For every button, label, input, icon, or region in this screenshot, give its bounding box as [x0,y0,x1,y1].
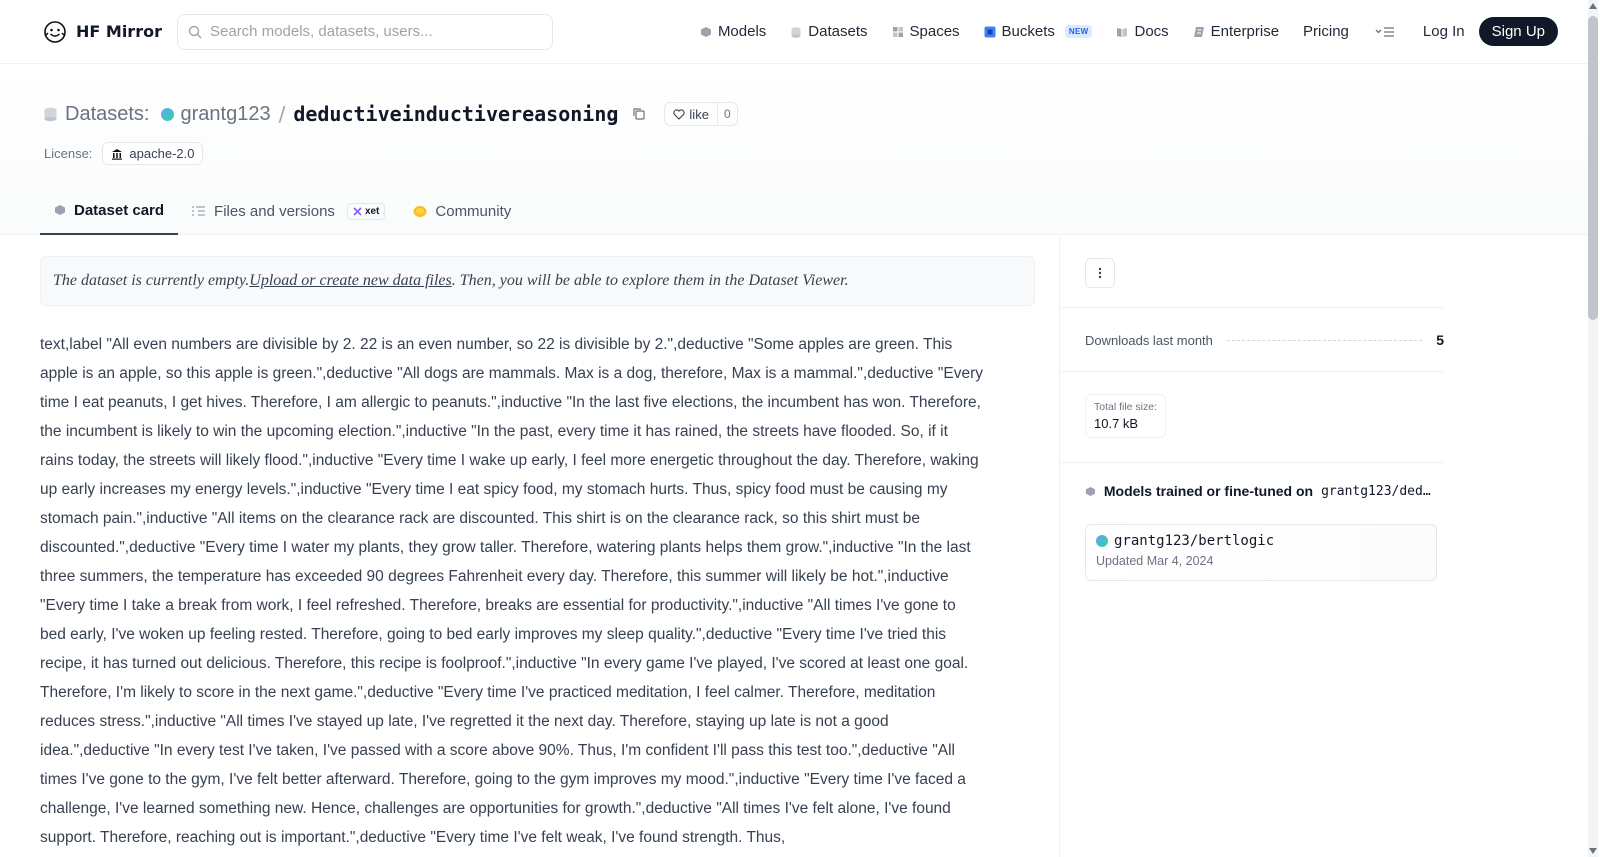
nav-enterprise-label: Enterprise [1210,23,1280,40]
divider [1060,371,1444,372]
menu-icon [1375,26,1394,37]
tab-files-label: Files and versions [214,202,335,220]
buckets-icon [984,26,996,37]
brand-name: HF Mirror [76,22,162,41]
sidebar: Downloads last month 5 Total file size: … [1059,235,1444,857]
community-icon [413,205,427,217]
file-size-label: Total file size: [1094,401,1158,413]
datasets-icon [791,26,801,38]
nav-datasets-label: Datasets [808,23,868,40]
nav-models-label: Models [717,23,767,40]
owner-name: grantg123 [180,102,271,125]
license-chip[interactable]: apache-2.0 [102,142,204,165]
xet-badge: xet [346,202,386,220]
like-widget: like 0 [664,102,738,126]
bank-icon [112,148,123,160]
license-value: apache-2.0 [129,146,195,161]
files-icon [192,206,206,216]
downloads-row: Downloads last month 5 [1085,332,1444,348]
search-icon [188,25,202,38]
license-label: License: [44,146,93,161]
models-icon [700,26,711,37]
nav-buckets-label: Buckets [1001,23,1055,40]
tab-files-and-versions[interactable]: Files and versions xet [178,187,399,235]
repo-name[interactable]: deductiveinductivereasoning [293,102,618,126]
nav-docs[interactable]: Docs [1104,23,1180,40]
login-link[interactable]: Log In [1409,23,1479,40]
nav-enterprise[interactable]: Enterprise [1181,23,1291,40]
dataset-card-body: text,label "All even numbers are divisib… [40,336,983,846]
license-row: License: apache-2.0 [44,142,204,165]
nav-docs-label: Docs [1134,23,1169,40]
heart-icon [673,108,686,120]
nav-links: Models Datasets Spaces Buckets NEW Docs … [688,17,1558,46]
xet-label: xet [364,205,380,217]
file-size-card: Total file size: 10.7 kB [1085,394,1167,438]
enterprise-icon [1193,26,1204,37]
model-name: grantg123/bertlogic [1114,533,1275,549]
downloads-value: 5 [1436,332,1444,348]
nav-datasets[interactable]: Datasets [778,23,879,40]
more-menu-button[interactable] [1361,26,1409,38]
notice-text-before: The dataset is currently empty. [53,272,250,289]
downloads-sparkline [1226,339,1423,341]
models-trained-heading: Models trained or fine-tuned on grantg12… [1085,483,1437,499]
models-trained-label: Models trained or fine-tuned on [1103,483,1314,499]
copy-icon[interactable] [632,107,646,121]
repo-tabs: Dataset card Files and versions xet Comm… [40,187,525,235]
downloads-label: Downloads last month [1085,332,1213,348]
scroll-up-icon[interactable] [1589,3,1597,9]
dataset-icon [44,107,57,121]
signup-button[interactable]: Sign Up [1478,17,1558,46]
datasets-label: Datasets: [65,102,150,125]
repo-title-row: Datasets: grantg123 / deductiveinductive… [44,102,738,126]
like-label: like [689,106,709,122]
nav-spaces[interactable]: Spaces [880,23,972,40]
owner-link[interactable]: grantg123 [161,102,271,126]
model-updated: Updated Mar 4, 2024 [1096,554,1214,568]
models-trained-repo: grantg123/dedu… [1321,483,1437,499]
model-card[interactable]: grantg123/bertlogic Updated Mar 4, 2024 [1085,524,1437,581]
docs-icon [1117,27,1128,37]
spaces-icon [892,26,903,37]
nav-pricing[interactable]: Pricing [1291,23,1361,40]
like-button[interactable]: like [665,103,718,125]
divider [1060,462,1444,463]
nav-spaces-label: Spaces [909,23,960,40]
dataset-card-icon [55,205,65,215]
brand[interactable]: HF Mirror [42,19,176,45]
datasets-breadcrumb[interactable]: Datasets: [44,103,149,126]
tab-dataset-card-label: Dataset card [74,201,165,219]
nav-pricing-label: Pricing [1303,23,1349,40]
xet-icon [353,206,362,216]
empty-dataset-notice: The dataset is currently empty. Upload o… [40,256,1035,306]
top-navbar: HF Mirror Models Datasets Spaces Buckets… [0,0,1600,64]
hf-logo-icon [44,20,66,43]
kebab-icon [1098,267,1102,279]
notice-text-after: . Then, you will be able to explore them… [451,272,849,289]
model-avatar-icon [1096,535,1108,547]
model-name-row: grantg123/bertlogic [1096,533,1426,549]
tab-community[interactable]: Community [399,187,525,235]
nav-models[interactable]: Models [688,23,778,40]
new-badge: NEW [1064,25,1093,38]
like-count[interactable]: 0 [718,107,737,121]
repo-header: Datasets: grantg123 / deductiveinductive… [0,64,1588,235]
title-slash: / [278,102,286,126]
upload-data-link[interactable]: Upload or create new data files [249,272,452,290]
file-size-value: 10.7 kB [1094,416,1139,431]
tab-dataset-card[interactable]: Dataset card [40,187,179,235]
scroll-down-icon[interactable] [1589,848,1597,854]
tab-community-label: Community [435,202,512,220]
search-input[interactable] [210,23,530,40]
model-icon [1085,486,1095,496]
divider [1060,307,1444,308]
options-button[interactable] [1085,258,1115,288]
owner-avatar-icon [161,107,175,121]
scrollbar-thumb[interactable] [1588,16,1598,320]
nav-buckets[interactable]: Buckets NEW [972,23,1105,40]
search-box[interactable] [177,13,553,50]
